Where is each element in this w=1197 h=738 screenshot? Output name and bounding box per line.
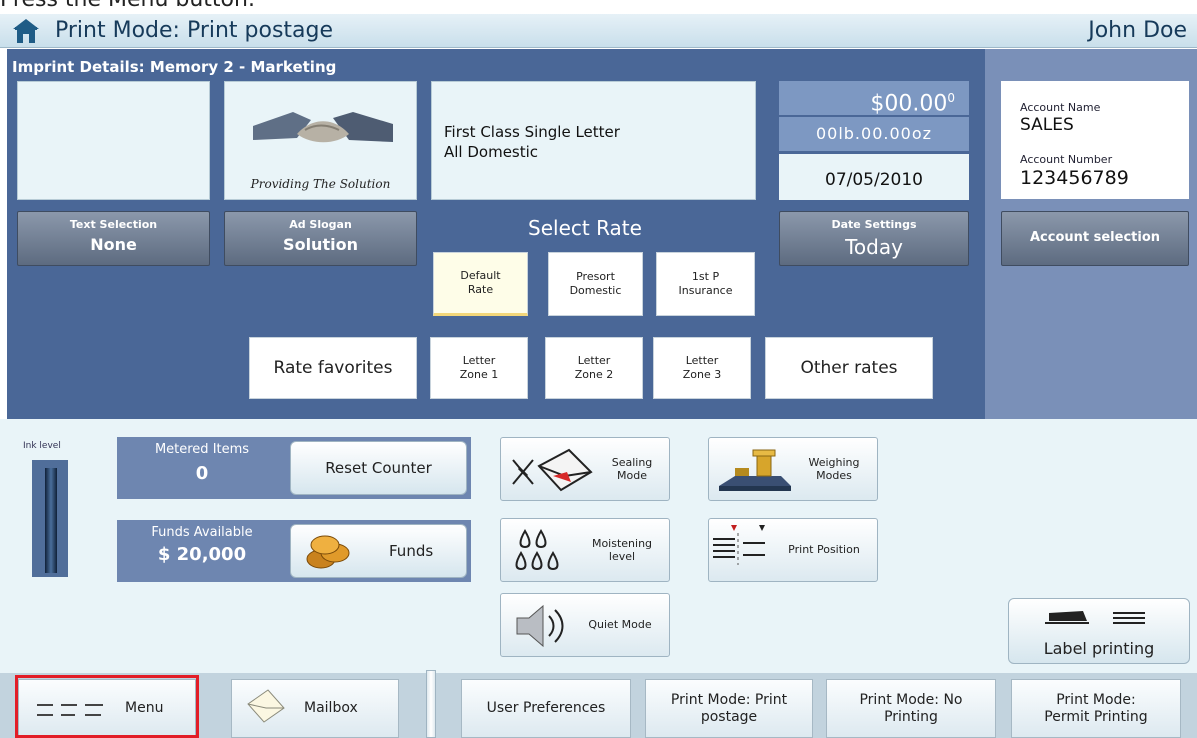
account-name-label: Account Name bbox=[1020, 101, 1101, 114]
date-settings-button[interactable]: Date Settings Today bbox=[779, 211, 969, 266]
date-settings-value: Today bbox=[845, 235, 903, 259]
default-rate-button[interactable]: Default Rate bbox=[433, 252, 528, 316]
funds-label: Funds bbox=[389, 542, 434, 560]
amount-superscript: 0 bbox=[947, 91, 955, 105]
quiet-mode-label: Quiet Mode bbox=[588, 618, 652, 631]
select-rate-heading: Select Rate bbox=[528, 216, 642, 240]
nav-separator bbox=[426, 670, 436, 738]
reset-counter-label: Reset Counter bbox=[325, 459, 432, 477]
date-display: 07/05/2010 bbox=[779, 154, 969, 200]
imprint-header: Imprint Details: Memory 2 - Marketing bbox=[12, 58, 337, 76]
ad-slogan-button[interactable]: Ad Slogan Solution bbox=[224, 211, 417, 266]
sealing-mode-label: Sealing Mode bbox=[611, 456, 653, 482]
amount-value: $00.00 bbox=[870, 91, 948, 117]
label-printing-label: Label printing bbox=[1043, 639, 1155, 658]
menu-highlight-frame bbox=[15, 675, 199, 738]
ad-slogan-value: Solution bbox=[283, 235, 358, 254]
print-postage-button[interactable]: Print Mode: Print postage bbox=[645, 679, 813, 738]
rate-favorites-button[interactable]: Rate favorites bbox=[249, 337, 417, 399]
funds-available-label: Funds Available bbox=[151, 525, 253, 540]
page-title: Print Mode: Print postage bbox=[55, 18, 334, 43]
user-preferences-button[interactable]: User Preferences bbox=[461, 679, 631, 738]
presort-domestic-button[interactable]: Presort Domestic bbox=[548, 252, 643, 316]
label-printing-button[interactable]: Label printing bbox=[1008, 598, 1190, 664]
ad-slogan-label: Ad Slogan bbox=[289, 218, 352, 231]
print-position-icon bbox=[713, 525, 765, 565]
metered-items-value: 0 bbox=[195, 463, 209, 484]
user-name: John Doe bbox=[1088, 18, 1187, 43]
account-name-value: SALES bbox=[1020, 115, 1074, 135]
moistening-level-label: Moistening level bbox=[591, 537, 653, 563]
letter-zone-1-button[interactable]: Letter Zone 1 bbox=[430, 337, 528, 399]
instruction-text: Press the Menu button. bbox=[0, 0, 600, 14]
scale-icon bbox=[719, 449, 791, 491]
mailbox-label: Mailbox bbox=[304, 700, 358, 716]
postage-amount: $00.000 bbox=[779, 81, 969, 117]
sealing-mode-button[interactable]: Sealing Mode bbox=[500, 437, 670, 501]
account-info-box: Account Name SALES Account Number 123456… bbox=[1001, 81, 1189, 199]
title-bar: Print Mode: Print postage John Doe bbox=[0, 14, 1197, 48]
print-position-label: Print Position bbox=[788, 543, 860, 556]
permit-printing-button[interactable]: Print Mode: Permit Printing bbox=[1011, 679, 1181, 738]
speaker-icon bbox=[516, 604, 564, 648]
mailbox-button[interactable]: Mailbox bbox=[231, 679, 399, 738]
funds-available-value: $ 20,000 bbox=[157, 544, 247, 565]
slogan-preview-box: Providing The Solution bbox=[224, 81, 417, 200]
text-selection-label: Text Selection bbox=[69, 218, 158, 231]
home-icon[interactable] bbox=[12, 18, 40, 44]
quiet-mode-button[interactable]: Quiet Mode bbox=[500, 593, 670, 657]
weight-display: 00lb.00.00oz bbox=[779, 117, 969, 151]
ink-level-bar bbox=[45, 468, 57, 573]
slogan-caption: Providing The Solution bbox=[250, 177, 391, 191]
handshake-icon bbox=[253, 112, 393, 143]
account-selection-button[interactable]: Account selection bbox=[1001, 211, 1189, 266]
letter-zone-2-button[interactable]: Letter Zone 2 bbox=[545, 337, 643, 399]
envelope-icon bbox=[247, 689, 285, 723]
reset-counter-button[interactable]: Reset Counter bbox=[290, 441, 467, 495]
other-rates-button[interactable]: Other rates bbox=[765, 337, 933, 399]
metered-items-label: Metered Items bbox=[154, 442, 250, 457]
print-position-button[interactable]: Print Position bbox=[708, 518, 878, 582]
water-drops-icon bbox=[515, 529, 559, 571]
text-selection-button[interactable]: Text Selection None bbox=[17, 211, 210, 266]
sealing-icon bbox=[512, 448, 593, 492]
insurance-button[interactable]: 1st P Insurance bbox=[656, 252, 755, 316]
rate-description-box: First Class Single Letter All Domestic bbox=[431, 81, 756, 200]
date-settings-label: Date Settings bbox=[831, 218, 917, 231]
account-number-value: 123456789 bbox=[1020, 167, 1129, 189]
funds-button[interactable]: Funds bbox=[290, 524, 467, 578]
moistening-level-button[interactable]: Moistening level bbox=[500, 518, 670, 582]
rate-description: First Class Single Letter All Domestic bbox=[444, 123, 620, 161]
text-selection-value: None bbox=[90, 235, 137, 254]
label-printing-icon bbox=[1045, 611, 1145, 624]
coins-icon bbox=[306, 535, 350, 569]
ink-level-label: Ink level bbox=[23, 441, 61, 451]
weighing-modes-label: Weighing Modes bbox=[808, 456, 860, 482]
account-number-label: Account Number bbox=[1020, 153, 1113, 166]
account-selection-label: Account selection bbox=[1029, 230, 1161, 245]
weighing-modes-button[interactable]: Weighing Modes bbox=[708, 437, 878, 501]
letter-zone-3-button[interactable]: Letter Zone 3 bbox=[653, 337, 751, 399]
no-printing-button[interactable]: Print Mode: No Printing bbox=[826, 679, 996, 738]
text-preview-box bbox=[17, 81, 210, 200]
